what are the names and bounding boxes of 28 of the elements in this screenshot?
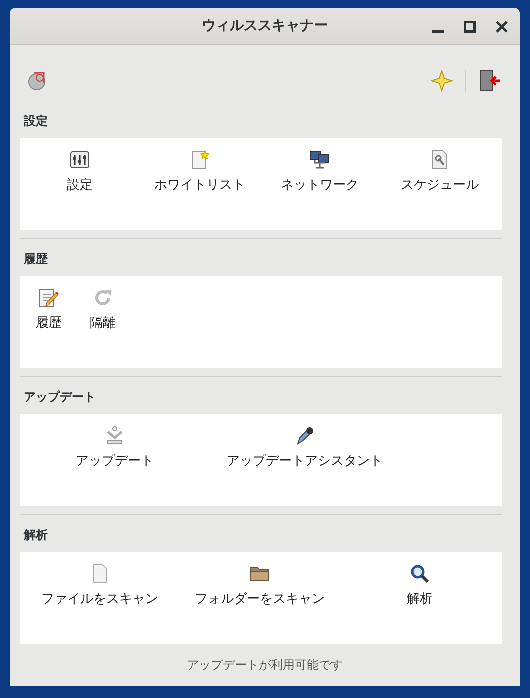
page-star-icon: [190, 150, 210, 170]
window-title: ウィルススキャナー: [202, 17, 328, 35]
section-heading: 解析: [22, 527, 49, 544]
launcher-item[interactable]: ネットワーク: [260, 138, 380, 194]
launcher-item[interactable]: 解析: [340, 552, 500, 608]
section-heading: 履歴: [23, 251, 49, 268]
maximize-icon: [464, 21, 476, 33]
launcher-item[interactable]: アップデートアシスタント: [210, 414, 400, 470]
status-text: アップデートが利用可能です: [187, 656, 343, 674]
minimize-icon: [432, 30, 444, 33]
section-heading: 設定: [22, 113, 49, 130]
launcher-item[interactable]: 設定: [20, 138, 140, 194]
search-icon: [410, 564, 430, 584]
launcher-item[interactable]: ホワイトリスト: [140, 138, 260, 194]
launcher-item[interactable]: 隔離: [76, 276, 130, 332]
dropper-icon: [295, 426, 315, 446]
launcher-item[interactable]: スケジュール: [380, 138, 500, 194]
sliders-icon: [70, 150, 90, 170]
close-icon: [496, 21, 508, 33]
network-icon: [310, 150, 330, 170]
download-icon: [105, 426, 125, 446]
pencil-page-icon: [39, 288, 59, 308]
launcher-item[interactable]: アップデート: [20, 414, 210, 470]
launcher-item[interactable]: ファイルをスキャン: [20, 552, 180, 608]
launcher-item[interactable]: フォルダーをスキャン: [180, 552, 340, 608]
refresh-icon: [93, 288, 113, 308]
section-heading: アップデート: [23, 389, 97, 406]
launcher-item[interactable]: 履歴: [22, 276, 76, 332]
